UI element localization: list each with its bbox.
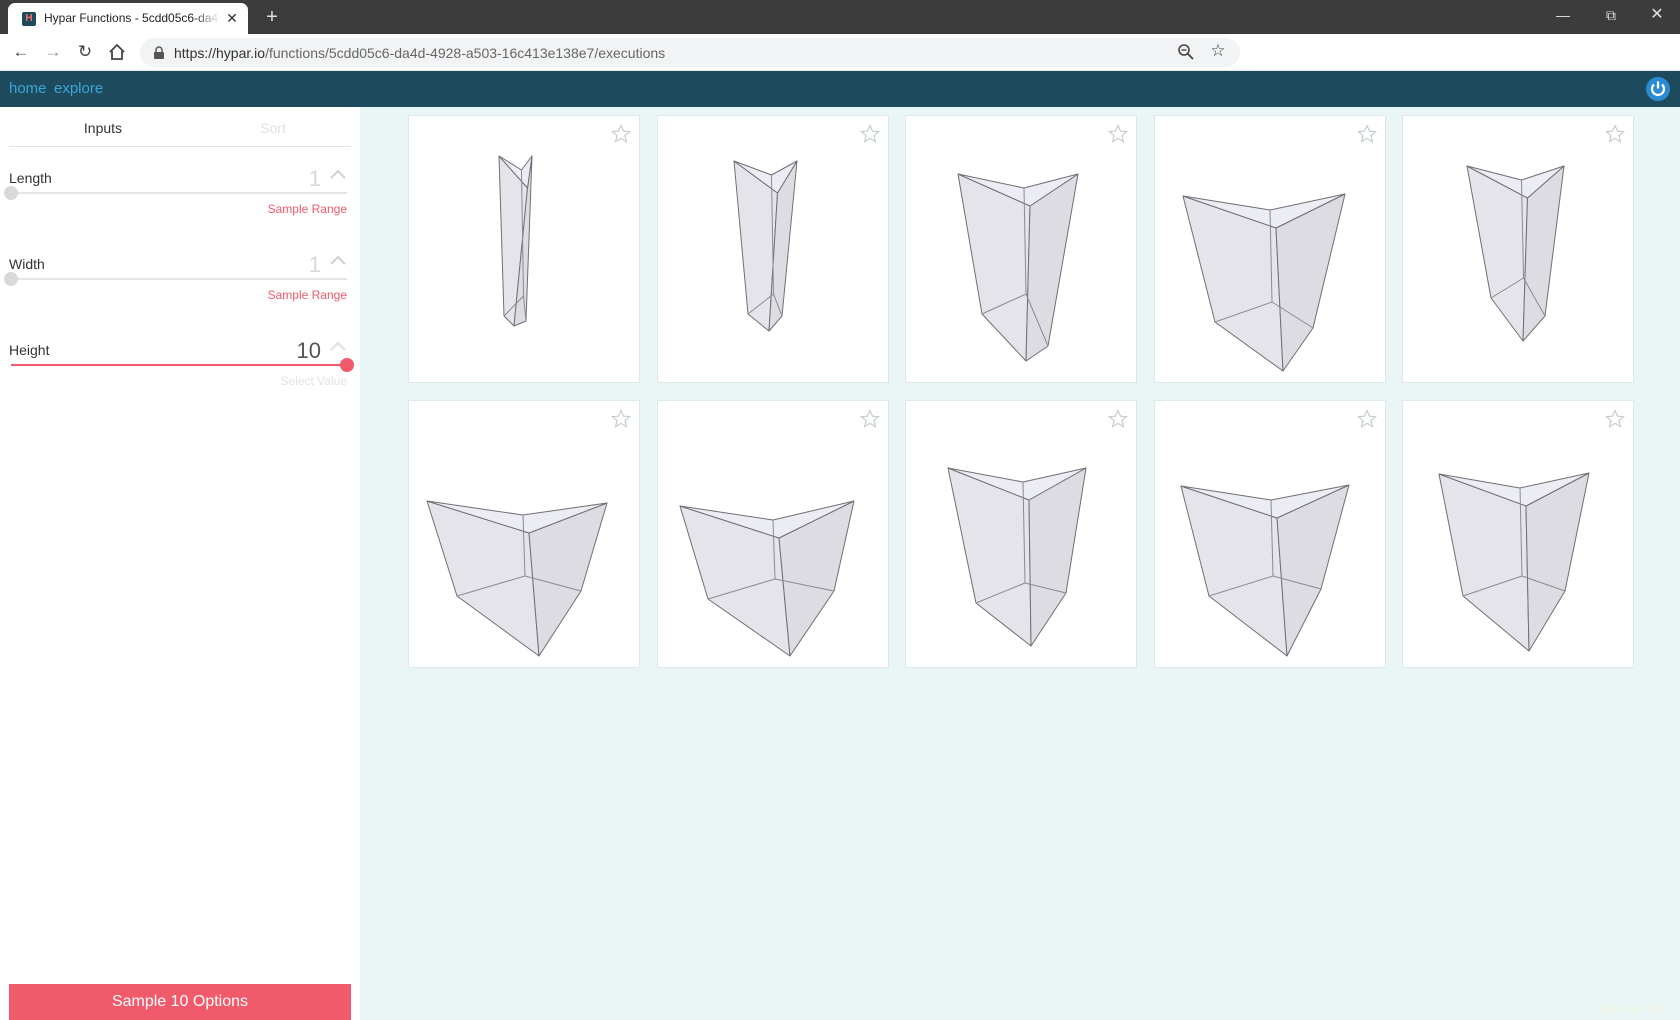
results-grid: © Hypar, Inc. 2019 [360,107,1680,1020]
input-label: Width [9,256,45,272]
chevron-up-icon[interactable] [329,168,347,180]
slider-thumb[interactable] [4,272,18,286]
favorite-star-icon[interactable] [611,124,631,144]
favorite-star-icon[interactable] [859,409,880,429]
home-icon[interactable] [104,39,130,65]
input-length: Length 1 Sample Range [4,166,351,250]
tab-title: Hypar Functions - 5cdd05c6-da4d-4928 [44,11,220,25]
bookmark-star-icon[interactable]: ☆ [1208,41,1228,61]
restore-icon[interactable]: ⧉ [1588,0,1634,30]
result-card[interactable] [408,115,640,383]
box-model-preview [1438,472,1590,652]
slider-thumb[interactable] [4,186,18,200]
box-model-preview [1180,484,1349,657]
height-slider[interactable] [11,358,354,372]
favorite-star-icon[interactable] [1108,409,1128,429]
favorite-star-icon[interactable] [859,124,880,144]
zoom-icon[interactable] [1176,42,1196,62]
result-card[interactable] [1153,115,1386,383]
url-path: /functions/5cdd05c6-da4d-4928-a503-16c41… [265,45,666,61]
slider-fill [11,364,347,366]
result-card[interactable] [1402,400,1634,668]
sample-range-link[interactable]: Sample Range [268,288,347,302]
nav-link-explore[interactable]: explore [54,80,103,97]
slider-thumb[interactable] [340,358,354,372]
box-model-preview [957,173,1079,362]
browser-tab[interactable]: H Hypar Functions - 5cdd05c6-da4d-4928 ✕ [8,3,248,34]
input-value[interactable]: 10 [297,338,321,364]
result-card[interactable] [408,400,640,668]
inputs-sidebar: Inputs Sort Length 1 Sample Range Width … [0,107,360,1020]
favorite-star-icon[interactable] [1605,124,1625,144]
lock-icon [154,46,164,59]
box-model-preview [679,500,854,657]
footer-copyright: © Hypar, Inc. 2019 [1591,1004,1666,1014]
app-header: home explore [0,71,1680,107]
new-tab-icon[interactable]: + [260,5,284,29]
length-slider[interactable] [4,186,347,200]
result-card[interactable] [1153,400,1386,668]
result-card[interactable] [656,115,889,383]
input-height: Height 10 Select Value [9,338,354,422]
input-label: Height [9,342,50,358]
box-face [957,173,1031,362]
url-host: https://hypar.io [174,45,266,61]
result-card[interactable] [905,400,1137,668]
input-value[interactable]: 1 [309,252,321,278]
chevron-up-icon[interactable] [329,340,347,352]
favorite-star-icon[interactable] [1356,409,1377,429]
sample-range-link[interactable]: Sample Range [268,202,347,216]
favorite-star-icon[interactable] [1356,124,1377,144]
browser-titlebar: H Hypar Functions - 5cdd05c6-da4d-4928 ✕… [0,0,1680,34]
nav-link-home[interactable]: home [9,80,47,97]
forward-arrow-icon[interactable]: → [40,39,66,65]
box-model-preview [1466,165,1565,342]
favorite-star-icon[interactable] [1605,409,1625,429]
browser-toolbar: ← → ↻ https://hypar.io/functions/5cdd05c… [0,34,1680,71]
box-model-preview [947,467,1087,647]
result-card[interactable] [905,115,1137,383]
tab-sort[interactable]: Sort [223,120,323,136]
hypar-favicon-icon: H [22,12,36,26]
back-arrow-icon[interactable]: ← [8,39,34,65]
url-text[interactable]: https://hypar.io/functions/5cdd05c6-da4d… [174,45,665,61]
input-value[interactable]: 1 [309,166,321,192]
address-bar[interactable]: https://hypar.io/functions/5cdd05c6-da4d… [140,38,1240,67]
width-slider[interactable] [4,272,347,286]
sample-options-button[interactable]: Sample 10 Options [9,984,351,1020]
close-icon[interactable]: ✕ [1634,0,1680,30]
sidebar-tabs: Inputs Sort [9,107,351,147]
tab-close-icon[interactable]: ✕ [224,10,240,26]
tab-inputs[interactable]: Inputs [53,120,153,136]
reload-icon[interactable]: ↻ [72,39,98,65]
select-value-link[interactable]: Select Value [281,374,348,388]
chevron-up-icon[interactable] [329,254,347,266]
favorite-star-icon[interactable] [611,409,631,429]
favorite-star-icon[interactable] [1108,124,1128,144]
input-label: Length [9,170,52,186]
result-card[interactable] [656,400,889,668]
box-model-preview [1182,193,1345,372]
box-model-preview [426,500,608,657]
minimize-icon[interactable]: — [1540,0,1586,30]
box-model-preview [733,160,797,332]
input-width: Width 1 Sample Range [4,252,351,336]
result-card[interactable] [1402,115,1634,383]
box-model-preview [498,155,533,327]
power-icon[interactable] [1646,77,1670,101]
